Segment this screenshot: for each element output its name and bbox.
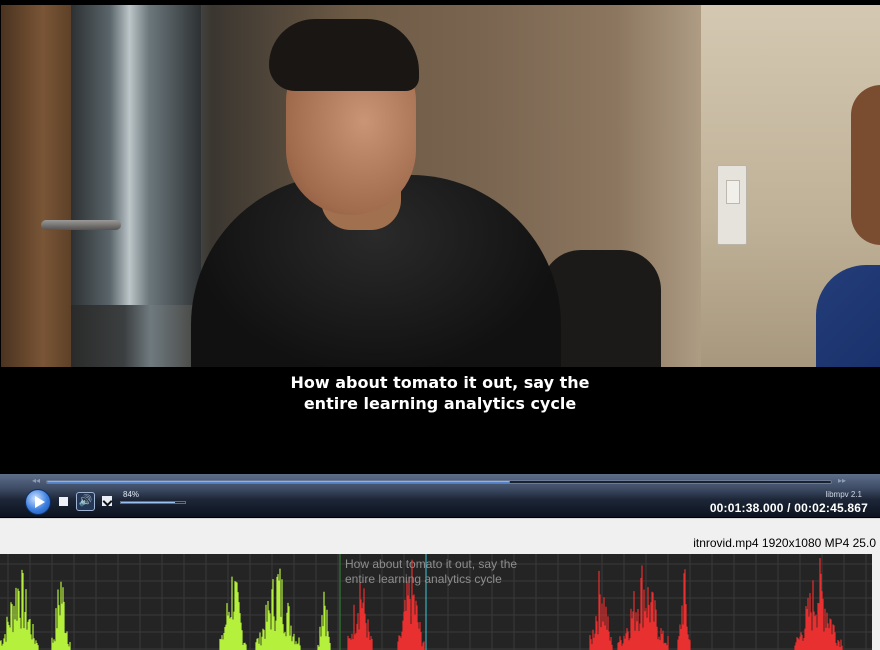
door-handle (41, 220, 121, 230)
seek-end-marker-icon: ▸▸ (838, 476, 847, 485)
subtitle-line-2: entire learning analytics cycle (303, 394, 577, 413)
background-door (1, 5, 71, 367)
time-display: 00:01:38.000 / 00:02:45.867 (709, 501, 868, 515)
video-player-panel[interactable]: How about tomato it out, say the entire … (0, 0, 880, 474)
play-button[interactable] (25, 489, 51, 515)
volume-slider-fill (121, 502, 175, 503)
volume-slider[interactable] (120, 501, 186, 504)
media-file-info: itnrovid.mp4 1920x1080 MP4 25.0 (693, 536, 876, 550)
waveform-peaks (589, 570, 613, 650)
fullscreen-button[interactable] (102, 496, 112, 506)
audio-waveform[interactable]: How about tomato it out, say the entire … (0, 554, 872, 650)
subtitle-line-1: How about tomato it out, say the (290, 373, 590, 392)
seek-start-marker-icon: ◂◂ (32, 476, 41, 485)
engine-label: libmpv 2.1 (825, 490, 862, 499)
second-person-head (851, 85, 880, 245)
waveform-scrollbar[interactable] (872, 554, 880, 650)
player-controls: ◂◂ ▸▸ 🔊 84% libmpv 2.1 00:01:38.000 / 00… (0, 474, 880, 518)
mute-button[interactable]: 🔊 (76, 492, 95, 511)
waveform-peaks (0, 569, 39, 650)
subtitle-editor-window: How about tomato it out, say the entire … (0, 0, 880, 650)
status-bar: itnrovid.mp4 1920x1080 MP4 25.0 (0, 518, 880, 554)
video-subtitle-overlay: How about tomato it out, say the entire … (0, 372, 880, 414)
seek-bar[interactable] (46, 480, 832, 484)
waveform-peaks (617, 565, 669, 650)
waveform-peaks (219, 576, 247, 650)
video-frame[interactable] (1, 5, 880, 367)
waveform-peaks (347, 581, 373, 650)
background-window (71, 5, 201, 305)
speaker-hair (269, 19, 419, 91)
speaker-icon: 🔊 (78, 495, 93, 507)
waveform-canvas (0, 554, 872, 650)
volume-percent-label: 84% (123, 490, 140, 499)
seek-bar-progress (47, 481, 511, 483)
waveform-peaks (51, 581, 71, 650)
play-icon (34, 496, 45, 508)
stop-button[interactable] (59, 497, 68, 506)
waveform-peaks (317, 591, 331, 650)
waveform-peaks (794, 558, 843, 650)
waveform-peaks (397, 559, 425, 650)
wall-light-switch (717, 165, 747, 245)
